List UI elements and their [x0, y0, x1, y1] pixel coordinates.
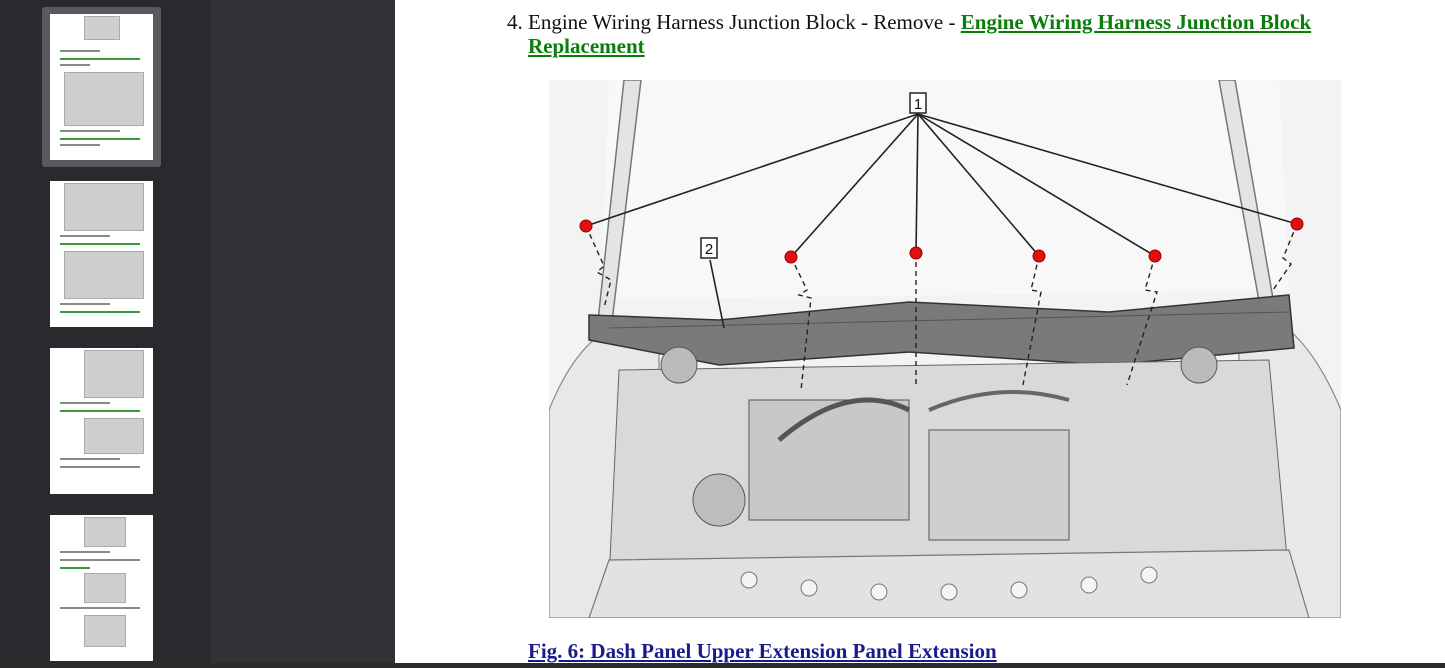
- page-thumbnail-3[interactable]: [42, 341, 161, 501]
- step-body: Engine Wiring Harness Junction Block - R…: [528, 10, 1388, 58]
- step-text: Engine Wiring Harness Junction Block - R…: [528, 10, 961, 34]
- page-thumbnail-image: [50, 515, 153, 661]
- page-thumbnail-1[interactable]: [42, 7, 161, 167]
- page-thumbnail-2[interactable]: [42, 174, 161, 334]
- page-thumbnail-image: [50, 348, 153, 494]
- callout-1-label: 1: [914, 96, 922, 113]
- document-page: 4. Engine Wiring Harness Junction Block …: [395, 0, 1445, 663]
- engine-bay-illustration: 1 2: [549, 80, 1341, 618]
- callout-2-label: 2: [705, 241, 713, 258]
- page-thumbnail-image: [50, 181, 153, 327]
- page-thumbnail-4[interactable]: [42, 508, 161, 668]
- figure-caption-link[interactable]: Fig. 6: Dash Panel Upper Extension Panel…: [528, 639, 997, 663]
- viewer-background: [211, 0, 395, 663]
- page-thumbnail-image: [50, 14, 153, 160]
- step-number: 4.: [507, 10, 523, 34]
- thumbnail-sidebar: [0, 0, 211, 663]
